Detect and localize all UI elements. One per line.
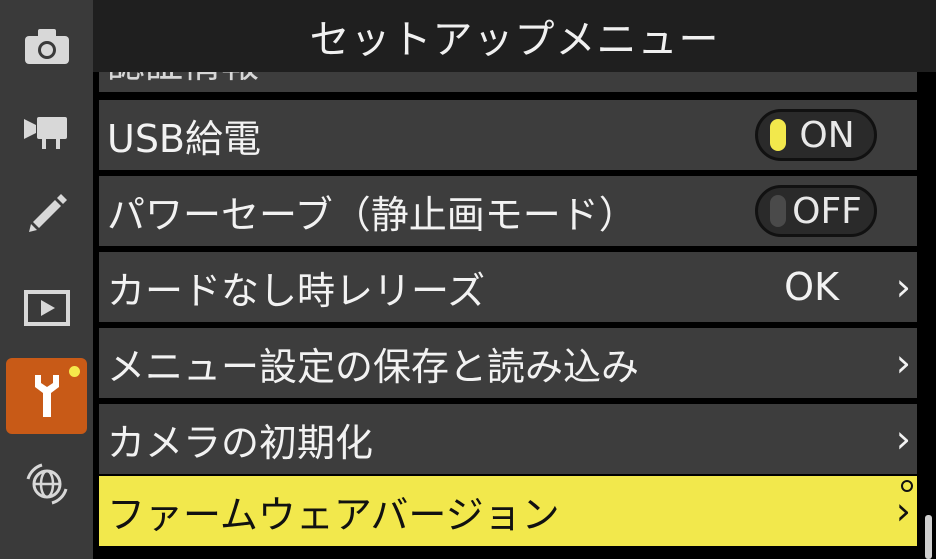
sidebar-item-network[interactable] [6, 446, 87, 522]
notification-dot [67, 364, 82, 379]
list-item-label: 認証情報 [107, 72, 259, 88]
sidebar-item-movie[interactable] [6, 92, 87, 168]
sidebar-item-setup[interactable] [6, 358, 87, 434]
list-item-reset-camera[interactable]: カメラの初期化 › [99, 404, 917, 474]
toggle-state: OFF [792, 190, 862, 232]
sidebar-item-photo[interactable] [6, 8, 87, 84]
camera-icon [24, 29, 69, 64]
usb-power-toggle[interactable]: ON [755, 109, 877, 161]
list-item-firmware-version[interactable]: ファームウェアバージョン › [99, 476, 917, 546]
movie-camera-icon [23, 117, 67, 149]
chevron-right-icon: › [895, 417, 911, 461]
toggle-knob [770, 119, 786, 151]
wrench-icon [34, 375, 59, 417]
list-item-partial[interactable]: 認証情報 [99, 72, 917, 92]
toggle-knob [770, 195, 786, 227]
sidebar-item-custom[interactable] [6, 176, 87, 252]
toggle-state: ON [799, 114, 855, 156]
list-item-label: ファームウェアバージョン [107, 492, 560, 537]
chevron-right-icon: › [895, 489, 911, 533]
sidebar-item-playback[interactable] [6, 270, 87, 346]
power-save-toggle[interactable]: OFF [755, 185, 877, 237]
playback-icon [23, 290, 70, 326]
menu-sidebar [0, 0, 93, 559]
list-item-power-save[interactable]: パワーセーブ（静止画モード） OFF [99, 176, 917, 246]
pencil-icon [28, 194, 67, 232]
scrollbar[interactable] [925, 515, 932, 559]
page-title: セットアップメニュー [93, 0, 936, 72]
list-item-save-load-menu[interactable]: メニュー設定の保存と読み込み › [99, 328, 917, 398]
list-item-value: OK [784, 265, 839, 309]
chevron-right-icon: › [895, 265, 911, 309]
list-item-slot-empty-release[interactable]: カードなし時レリーズ OK › [99, 252, 917, 322]
setup-menu-list: 認証情報 USB給電 ON パワーセーブ（静止画モード） OFF カードなし時レ… [93, 72, 936, 559]
list-item-usb-power[interactable]: USB給電 ON [99, 100, 917, 170]
chevron-right-icon: › [895, 341, 911, 385]
list-item-label: メニュー設定の保存と読み込み [107, 344, 640, 389]
list-item-label: カメラの初期化 [107, 420, 374, 465]
network-globe-icon [26, 463, 67, 505]
